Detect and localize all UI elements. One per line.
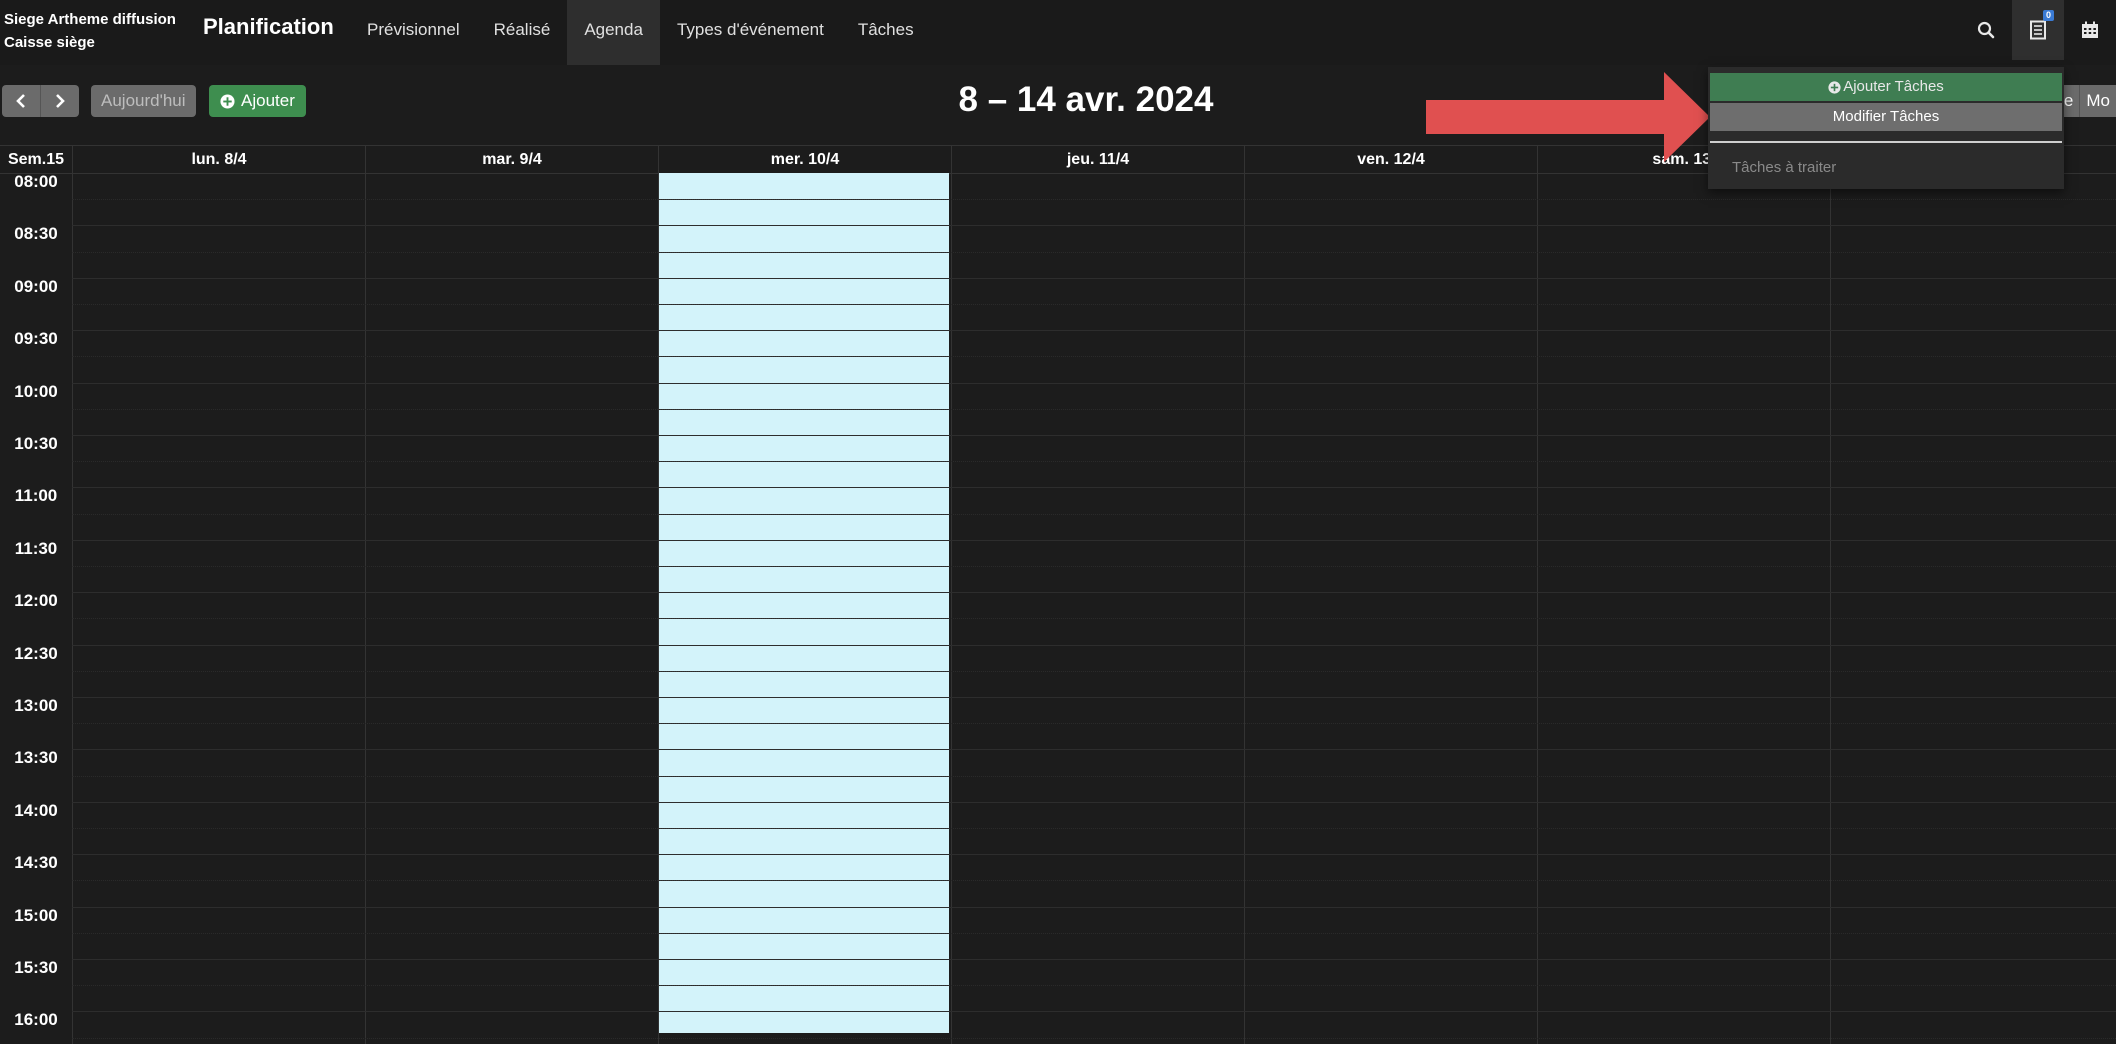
time-label: 11:30: [14, 538, 58, 558]
nav-event-types[interactable]: Types d'événement: [660, 0, 841, 65]
add-tasks-label: Ajouter Tâches: [1843, 78, 1944, 95]
tasks-menu-button[interactable]: 0: [2012, 0, 2064, 60]
slot-line-minor: [72, 828, 2116, 829]
org-name: Siege Artheme diffusion: [4, 11, 176, 28]
nav-realise[interactable]: Réalisé: [477, 0, 568, 65]
pending-tasks-label: Tâches à traiter: [1732, 159, 1837, 176]
time-label: 15:30: [14, 958, 58, 977]
time-label: 15:00: [14, 905, 58, 925]
day-header-mon[interactable]: lun. 8/4: [72, 146, 365, 173]
slot-line: [72, 487, 2116, 489]
tasks-dropdown-menu: Ajouter Tâches Modifier Tâches Tâches à …: [1708, 67, 2064, 189]
time-label: 09:00: [14, 276, 58, 296]
slot-line: [72, 225, 2116, 227]
calendar-button[interactable]: [2064, 0, 2116, 60]
calendar-icon: [2082, 21, 2098, 38]
slot-line: [72, 697, 2116, 698]
slot-line-minor: [72, 775, 2116, 777]
slot-line-minor: [72, 304, 2116, 305]
slot-line: [72, 854, 2116, 856]
slot-line: [72, 539, 2116, 541]
slot-line-minor: [72, 408, 2116, 410]
slot-line: [72, 749, 2116, 751]
slot-line-minor: [72, 723, 2116, 725]
time-label: 08:30: [14, 224, 58, 244]
view-button-month[interactable]: Mo: [2079, 85, 2116, 117]
add-tasks-menu-item[interactable]: Ajouter Tâches: [1710, 73, 2062, 101]
slot-line: [72, 906, 2116, 908]
time-label: 10:30: [14, 434, 58, 453]
time-label: 13:30: [14, 748, 58, 768]
time-label: 13:00: [14, 696, 58, 715]
main-nav: Prévisionnel Réalisé Agenda Types d'évén…: [350, 0, 931, 65]
time-label: 12:00: [14, 591, 58, 611]
time-label: 12:30: [14, 643, 58, 663]
week-calendar: Sem.15 lun. 8/4 mar. 9/4 mer. 10/4 jeu. …: [0, 145, 2116, 1044]
navbar-right-icons: 0: [1960, 0, 2116, 65]
time-label: 09:30: [14, 329, 58, 349]
day-header-tue[interactable]: mar. 9/4: [365, 146, 658, 173]
search-button[interactable]: [1960, 0, 2012, 60]
time-label: 10:00: [14, 381, 58, 401]
slot-line-minor: [72, 356, 2116, 358]
slot-line-minor: [72, 618, 2116, 620]
nav-previsionnel[interactable]: Prévisionnel: [350, 0, 477, 65]
week-number: Sem.15: [7, 151, 65, 168]
time-label: 14:00: [14, 800, 58, 820]
org-register: Caisse siège: [4, 34, 95, 51]
tasks-count-badge: 0: [2043, 10, 2054, 21]
slot-line: [72, 330, 2116, 332]
time-label: 14:30: [14, 853, 58, 873]
annotation-arrow: [1426, 72, 1710, 162]
organization-info: Siege Artheme diffusion Caisse siège: [4, 8, 176, 54]
time-label: 16:00: [14, 1010, 58, 1030]
day-header-wed[interactable]: mer. 10/4: [658, 146, 951, 173]
day-header-thu[interactable]: jeu. 11/4: [951, 146, 1244, 173]
slot-line-minor: [72, 566, 2116, 567]
plus-circle-icon: [1828, 80, 1841, 94]
slot-line-minor: [72, 1037, 2116, 1039]
slot-line-minor: [72, 513, 2116, 515]
slot-line-minor: [72, 251, 2116, 253]
slot-line-minor: [72, 670, 2116, 672]
view-switcher: e Mo: [2056, 85, 2116, 117]
task-list-icon: [2030, 20, 2046, 40]
slot-line: [72, 801, 2116, 803]
search-icon: [1977, 21, 1995, 39]
slot-line: [72, 277, 2116, 279]
slot-line: [72, 382, 2116, 384]
slot-line: [72, 592, 2116, 594]
slot-line-minor: [72, 880, 2116, 882]
slot-line: [72, 1011, 2116, 1013]
slot-line: [72, 644, 2116, 646]
slot-line-minor: [72, 932, 2116, 934]
time-label: 11:00: [14, 486, 58, 506]
today-column[interactable]: [658, 173, 949, 1033]
time-label: 08:00: [14, 172, 58, 191]
slot-line-minor: [72, 199, 2116, 201]
top-navbar: Siege Artheme diffusion Caisse siège Pla…: [0, 0, 2116, 65]
slot-line: [72, 435, 2116, 436]
menu-divider: [1710, 141, 2062, 143]
nav-agenda[interactable]: Agenda: [567, 0, 660, 65]
app-title[interactable]: Planification: [203, 14, 334, 40]
nav-tasks[interactable]: Tâches: [841, 0, 931, 65]
calendar-time-grid[interactable]: 08:00 08:30 09:00 09:30 10:00 10:30 11:00 11:30…: [0, 172, 2116, 1044]
edit-tasks-menu-item[interactable]: Modifier Tâches: [1710, 103, 2062, 131]
slot-line-minor: [72, 985, 2116, 987]
slot-line-minor: [72, 461, 2116, 463]
slot-line: [72, 959, 2116, 960]
